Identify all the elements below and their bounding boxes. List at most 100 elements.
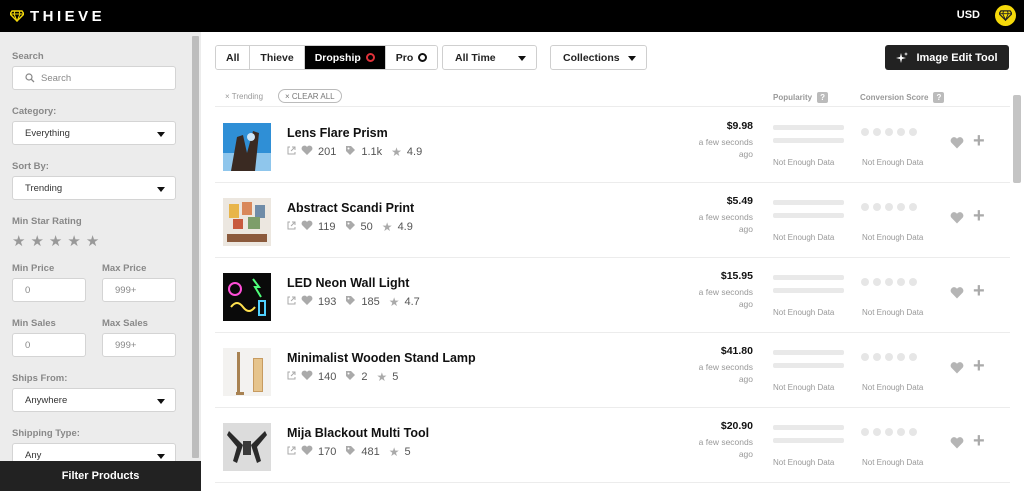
product-image[interactable]: [223, 348, 271, 396]
star-icon: ★: [388, 445, 400, 459]
product-image[interactable]: [223, 123, 271, 171]
max-sales-input[interactable]: 999+: [102, 333, 176, 357]
filter-sidebar: Search Search Category: Everything Sort …: [0, 32, 201, 491]
tag-icon: [345, 445, 356, 459]
external-link-icon[interactable]: [287, 146, 296, 158]
tab-dropship[interactable]: Dropship: [304, 46, 386, 69]
heart-icon: [301, 370, 313, 384]
add-plus-icon[interactable]: +: [973, 205, 985, 228]
product-stats: 119 50 ★ 4.9: [287, 220, 422, 234]
product-stats: 193 185 ★ 4.7: [287, 295, 429, 309]
product-name[interactable]: LED Neon Wall Light: [287, 276, 409, 290]
category-label: Category:: [12, 106, 57, 117]
conversion-header-label: Conversion Score: [860, 93, 929, 102]
sales-count: 481: [361, 446, 380, 458]
external-link-icon[interactable]: [287, 371, 296, 383]
search-input[interactable]: Search: [12, 66, 176, 90]
diamond-icon: [10, 10, 24, 22]
star-icon: ★: [376, 370, 388, 384]
rating-value: 4.9: [397, 221, 413, 233]
star-icon[interactable]: ★: [49, 232, 62, 250]
likes-count: 119: [318, 221, 336, 233]
conversion-status: Not Enough Data: [862, 458, 924, 467]
product-image[interactable]: [223, 273, 271, 321]
image-edit-tool-button[interactable]: Image Edit Tool: [885, 45, 1009, 70]
external-link-icon[interactable]: [287, 446, 296, 458]
tag-icon: [345, 295, 356, 309]
tab-pro[interactable]: Pro: [385, 46, 438, 69]
product-row[interactable]: Minimalist Wooden Stand Lamp 140 2 ★ 5 $…: [215, 333, 1010, 408]
search-label: Search: [12, 51, 44, 62]
conversion-status: Not Enough Data: [862, 308, 924, 317]
sort-select[interactable]: Trending: [12, 176, 176, 200]
product-row[interactable]: Lens Flare Prism 201 1.1k ★ 4.9 $9.98 a …: [215, 108, 1010, 183]
favorite-heart-icon[interactable]: [950, 211, 964, 225]
tab-all[interactable]: All: [216, 46, 251, 69]
sort-value: Trending: [25, 182, 63, 194]
help-icon[interactable]: ?: [817, 92, 829, 103]
product-row[interactable]: LED Neon Wall Light 193 185 ★ 4.7 $15.95…: [215, 258, 1010, 333]
favorite-heart-icon[interactable]: [950, 436, 964, 450]
updated-time: a few seconds ago: [698, 362, 753, 384]
sidebar-scrollbar[interactable]: [192, 36, 199, 458]
shipping-type-label: Shipping Type:: [12, 428, 80, 439]
time-range-dropdown[interactable]: All Time: [442, 45, 537, 70]
popularity-status: Not Enough Data: [773, 308, 835, 317]
ships-from-select[interactable]: Anywhere: [12, 388, 176, 412]
favorite-heart-icon[interactable]: [950, 361, 964, 375]
add-plus-icon[interactable]: +: [973, 130, 985, 153]
ships-from-label: Ships From:: [12, 373, 68, 384]
star-icon[interactable]: ★: [67, 232, 80, 250]
max-price-label: Max Price: [102, 263, 147, 274]
min-sales-input[interactable]: 0: [12, 333, 86, 357]
external-link-icon[interactable]: [287, 221, 296, 233]
conversion-status: Not Enough Data: [862, 158, 924, 167]
star-icon[interactable]: ★: [30, 232, 43, 250]
heart-icon: [301, 445, 313, 459]
help-icon[interactable]: ?: [933, 92, 945, 103]
star-icon: ★: [391, 145, 402, 159]
max-price-input[interactable]: 999+: [102, 278, 176, 302]
product-price: $15.95: [720, 270, 753, 282]
currency-selector[interactable]: USD: [957, 9, 980, 21]
popularity-bars: [773, 125, 844, 151]
sales-count: 50: [360, 221, 373, 233]
rating-value: 5: [404, 446, 411, 458]
logo-text: THIEVE: [30, 7, 106, 25]
main-content: All Thieve Dropship Pro All Time Collect…: [201, 32, 1024, 491]
product-name[interactable]: Lens Flare Prism: [287, 126, 388, 140]
star-icon[interactable]: ★: [86, 232, 99, 250]
add-plus-icon[interactable]: +: [973, 430, 985, 453]
rating-value: 5: [392, 371, 399, 383]
favorite-heart-icon[interactable]: [950, 286, 964, 300]
add-plus-icon[interactable]: +: [973, 280, 985, 303]
product-row[interactable]: Mija Blackout Multi Tool 170 481 ★ 5 $20…: [215, 408, 1010, 483]
category-select[interactable]: Everything: [12, 121, 176, 145]
ships-from-value: Anywhere: [25, 394, 68, 406]
product-image[interactable]: [223, 423, 271, 471]
trending-filter-chip[interactable]: × Trending: [225, 89, 263, 103]
logo[interactable]: THIEVE: [10, 8, 105, 25]
product-row[interactable]: Abstract Scandi Print 119 50 ★ 4.9 $5.49…: [215, 183, 1010, 258]
product-name[interactable]: Abstract Scandi Print: [287, 201, 414, 215]
favorite-heart-icon[interactable]: [950, 136, 964, 150]
avatar[interactable]: [995, 5, 1016, 26]
tab-thieve[interactable]: Thieve: [250, 46, 305, 69]
product-name[interactable]: Minimalist Wooden Stand Lamp: [287, 351, 476, 365]
min-price-label: Min Price: [12, 263, 55, 274]
list-scrollbar[interactable]: [1013, 95, 1021, 183]
product-name[interactable]: Mija Blackout Multi Tool: [287, 426, 429, 440]
tag-icon: [345, 370, 356, 384]
external-link-icon[interactable]: [287, 296, 296, 308]
star-icon[interactable]: ★: [12, 232, 25, 250]
tag-icon: [345, 220, 356, 234]
filter-products-button[interactable]: Filter Products: [0, 461, 201, 491]
collections-dropdown[interactable]: Collections: [550, 45, 647, 70]
add-plus-icon[interactable]: +: [973, 355, 985, 378]
conversion-dots: [861, 203, 917, 211]
clear-all-chip[interactable]: × CLEAR ALL: [278, 89, 342, 103]
product-image[interactable]: [223, 198, 271, 246]
heart-icon: [301, 220, 313, 234]
image-edit-tool-label: Image Edit Tool: [916, 51, 998, 64]
min-price-input[interactable]: 0: [12, 278, 86, 302]
